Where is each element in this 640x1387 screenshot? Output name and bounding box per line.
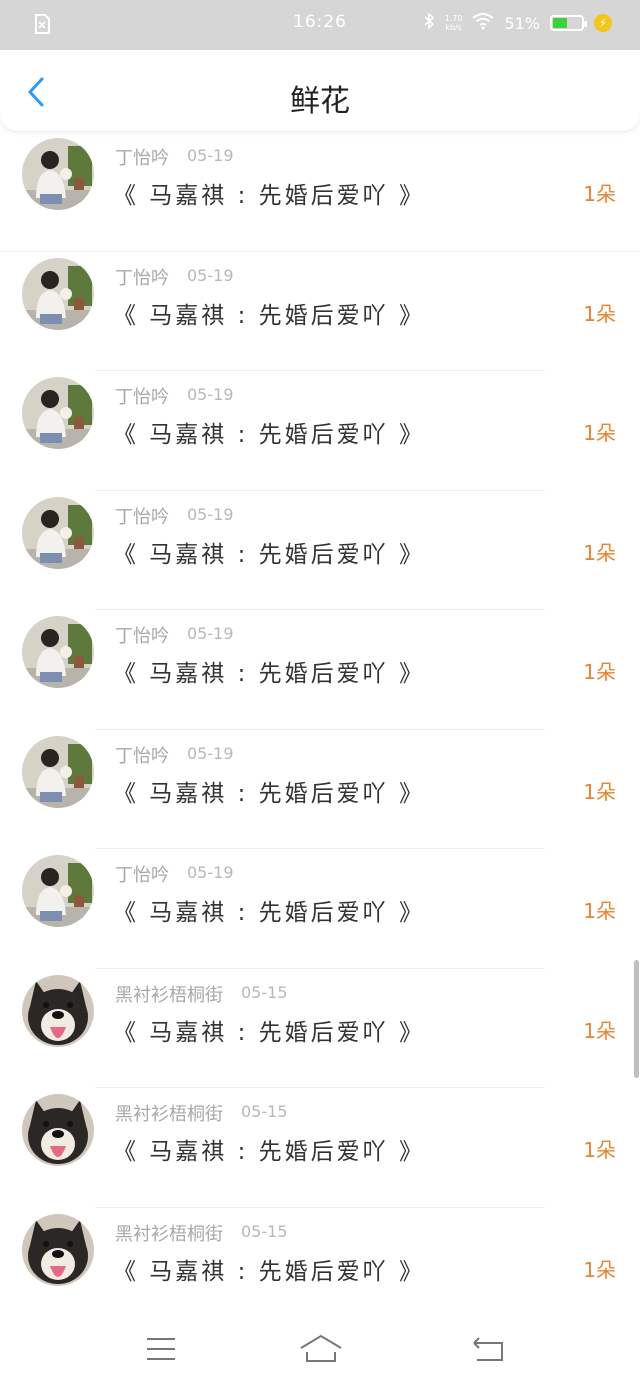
- list-item[interactable]: 丁怡吟 05-19 《 马嘉祺 : 先婚后爱吖 》 1朵: [0, 371, 640, 491]
- book-title[interactable]: 《 马嘉祺 : 先婚后爱吖 》: [113, 415, 425, 449]
- avatar[interactable]: [22, 257, 94, 330]
- gift-date: 05-19: [187, 863, 234, 882]
- gift-date: 05-15: [241, 1102, 288, 1121]
- user-info: 丁怡吟 05-19: [115, 383, 234, 409]
- flower-count: 1朵: [583, 660, 616, 684]
- scrollbar[interactable]: [634, 960, 639, 1078]
- list-item[interactable]: 丁怡吟 05-19 《 马嘉祺 : 先婚后爱吖 》 1朵: [0, 730, 640, 849]
- flower-count: 1朵: [583, 899, 616, 923]
- book-title[interactable]: 《 马嘉祺 : 先婚后爱吖 》: [113, 1252, 425, 1286]
- avatar[interactable]: [22, 138, 94, 210]
- book-title[interactable]: 《 马嘉祺 : 先婚后爱吖 》: [113, 535, 425, 569]
- battery-icon: [550, 15, 587, 31]
- username[interactable]: 丁怡吟: [115, 622, 169, 648]
- avatar[interactable]: [22, 1213, 94, 1286]
- user-info: 丁怡吟 05-19: [115, 264, 234, 290]
- flower-count: 1朵: [583, 1257, 616, 1282]
- flower-count: 1朵: [583, 301, 616, 326]
- username[interactable]: 丁怡吟: [115, 144, 169, 170]
- username[interactable]: 黑衬衫梧桐街: [115, 1100, 223, 1126]
- wifi-icon: [472, 12, 495, 34]
- username[interactable]: 丁怡吟: [115, 383, 169, 409]
- flower-count: 1朵: [583, 540, 616, 565]
- avatar[interactable]: [22, 496, 94, 569]
- net-speed-unit: kb/s: [445, 23, 462, 32]
- gift-date: 05-19: [187, 146, 234, 165]
- list-item[interactable]: 丁怡吟 05-19 《 马嘉祺 : 先婚后爱吖 》 1朵: [0, 610, 640, 730]
- user-info: 丁怡吟 05-19: [115, 503, 234, 529]
- header-bar: 鲜花: [0, 50, 640, 132]
- flower-count: 1朵: [583, 421, 616, 445]
- username[interactable]: 黑衬衫梧桐街: [115, 981, 223, 1007]
- book-title[interactable]: 《 马嘉祺 : 先婚后爱吖 》: [113, 1132, 425, 1166]
- book-title[interactable]: 《 马嘉祺 : 先婚后爱吖 》: [113, 296, 425, 330]
- list-item[interactable]: 丁怡吟 05-19 《 马嘉祺 : 先婚后爱吖 》 1朵: [0, 132, 640, 252]
- menu-icon: [147, 1338, 175, 1360]
- system-nav-bar: [0, 1310, 640, 1387]
- avatar[interactable]: [22, 974, 94, 1047]
- charging-icon: ⚡: [594, 14, 612, 32]
- user-info: 丁怡吟 05-19: [115, 622, 234, 648]
- return-icon: [473, 1337, 503, 1361]
- book-title[interactable]: 《 马嘉祺 : 先婚后爱吖 》: [113, 654, 425, 688]
- net-speed-value: 1.70: [444, 14, 463, 23]
- page-title: 鲜花: [290, 84, 350, 119]
- gift-date: 05-15: [241, 1221, 288, 1241]
- menu-button[interactable]: [141, 1332, 181, 1366]
- list-item[interactable]: 黑衬衫梧桐街 05-15 《 马嘉祺 : 先婚后爱吖 》 1朵: [0, 969, 640, 1088]
- list-item[interactable]: 丁怡吟 05-19 《 马嘉祺 : 先婚后爱吖 》 1朵: [0, 252, 640, 371]
- gift-date: 05-19: [187, 624, 234, 643]
- avatar[interactable]: [22, 855, 94, 927]
- user-info: 丁怡吟 05-19: [115, 742, 234, 768]
- status-indicators: 1.70 kb/s 51% ⚡: [423, 12, 612, 34]
- username[interactable]: 丁怡吟: [115, 264, 169, 290]
- net-speed: 1.70 kb/s: [445, 14, 463, 32]
- bluetooth-icon: [423, 12, 435, 34]
- home-icon: [300, 1334, 342, 1362]
- list-item[interactable]: 黑衬衫梧桐街 05-15 《 马嘉祺 : 先婚后爱吖 》 1朵: [0, 1088, 640, 1208]
- user-info: 黑衬衫梧桐街 05-15: [115, 981, 288, 1007]
- avatar[interactable]: [22, 377, 94, 449]
- gift-date: 05-19: [187, 265, 234, 285]
- username[interactable]: 丁怡吟: [115, 861, 169, 887]
- flower-count: 1朵: [583, 1018, 616, 1043]
- status-bar: 16:26 1.70 kb/s 51% ⚡: [0, 0, 640, 50]
- book-title[interactable]: 《 马嘉祺 : 先婚后爱吖 》: [113, 774, 425, 808]
- avatar[interactable]: [22, 735, 94, 808]
- book-title[interactable]: 《 马嘉祺 : 先婚后爱吖 》: [113, 893, 425, 927]
- username[interactable]: 黑衬衫梧桐街: [115, 1220, 223, 1246]
- gift-date: 05-15: [241, 982, 288, 1002]
- list-item[interactable]: 丁怡吟 05-19 《 马嘉祺 : 先婚后爱吖 》 1朵: [0, 849, 640, 969]
- list-item[interactable]: 丁怡吟 05-19 《 马嘉祺 : 先婚后爱吖 》 1朵: [0, 491, 640, 610]
- battery-fill: [553, 18, 568, 28]
- battery-percent: 51%: [504, 13, 540, 33]
- flower-count: 1朵: [583, 1138, 616, 1162]
- return-button[interactable]: [468, 1332, 508, 1366]
- user-info: 黑衬衫梧桐街 05-15: [115, 1100, 288, 1126]
- home-button[interactable]: [298, 1332, 344, 1366]
- username[interactable]: 丁怡吟: [115, 503, 169, 529]
- user-info: 丁怡吟 05-19: [115, 144, 234, 170]
- avatar[interactable]: [22, 616, 94, 688]
- book-title[interactable]: 《 马嘉祺 : 先婚后爱吖 》: [113, 1013, 425, 1047]
- gift-list: 丁怡吟 05-19 《 马嘉祺 : 先婚后爱吖 》 1朵 丁怡吟 05-19 《 马嘉祺 :…: [0, 132, 640, 1327]
- avatar[interactable]: [22, 1094, 94, 1166]
- gift-date: 05-19: [187, 385, 234, 404]
- flower-count: 1朵: [583, 779, 616, 804]
- gift-date: 05-19: [187, 504, 234, 524]
- username[interactable]: 丁怡吟: [115, 742, 169, 768]
- book-title[interactable]: 《 马嘉祺 : 先婚后爱吖 》: [113, 176, 425, 210]
- user-info: 黑衬衫梧桐街 05-15: [115, 1220, 288, 1246]
- flower-count: 1朵: [583, 182, 616, 206]
- gift-date: 05-19: [187, 743, 234, 763]
- user-info: 丁怡吟 05-19: [115, 861, 234, 887]
